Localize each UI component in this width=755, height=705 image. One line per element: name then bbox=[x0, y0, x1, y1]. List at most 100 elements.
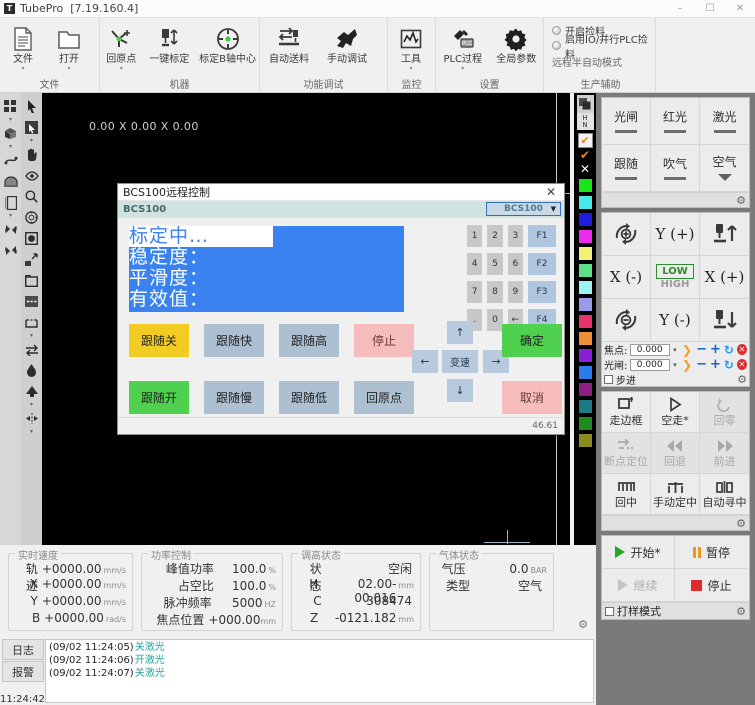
color-swatch[interactable] bbox=[577, 416, 593, 431]
jog-y-plus-button[interactable]: Y (+) bbox=[651, 213, 700, 256]
function-key-F3[interactable]: F3 bbox=[528, 281, 556, 303]
tab-log[interactable]: 日志 bbox=[2, 639, 44, 660]
toggle-button-3[interactable]: 跟随 bbox=[602, 145, 651, 192]
rotate-cw-icon[interactable] bbox=[1, 240, 20, 261]
rotate-ccw-icon[interactable] bbox=[1, 219, 20, 240]
dialog-button-follow-off[interactable]: 跟随关 bbox=[129, 324, 189, 357]
jog-rotate-plus-button[interactable] bbox=[602, 213, 651, 256]
lead-in-out-icon[interactable] bbox=[22, 249, 41, 270]
dialog-button-follow-high[interactable]: 跟随高 bbox=[279, 324, 339, 357]
jog-rotate-minus-button[interactable] bbox=[602, 299, 651, 342]
dpad-down-button[interactable]: ↓ bbox=[447, 379, 473, 402]
color-swatch[interactable] bbox=[577, 297, 593, 312]
select-node-icon[interactable] bbox=[22, 117, 41, 138]
run-control-stop[interactable]: 停止 bbox=[675, 569, 748, 602]
step-checkbox[interactable] bbox=[604, 374, 613, 384]
color-swatch[interactable] bbox=[577, 433, 593, 448]
dialog-device-select[interactable]: BCS100 ▼ bbox=[486, 202, 561, 216]
magnifier-icon[interactable] bbox=[22, 186, 41, 207]
aperture-apply-icon[interactable]: ❯ bbox=[682, 358, 692, 372]
dialog-button-stop[interactable]: 停止 bbox=[354, 324, 414, 357]
layer-checkbox[interactable]: ✔ bbox=[577, 133, 593, 148]
aperture-decrease-icon[interactable]: − bbox=[696, 357, 707, 372]
mirror-icon[interactable] bbox=[22, 408, 41, 429]
jog-x-minus-button[interactable]: X (-) bbox=[602, 256, 651, 299]
toggle-button-1[interactable]: 红光 bbox=[651, 98, 700, 145]
dialog-button-follow-low[interactable]: 跟随低 bbox=[279, 381, 339, 414]
dialog-close-icon[interactable]: ✕ bbox=[538, 185, 564, 199]
close-icon[interactable]: ✕ bbox=[578, 162, 593, 176]
action-button-1[interactable]: 空走* bbox=[651, 392, 700, 433]
check-icon[interactable]: ✔ bbox=[578, 148, 593, 162]
minimize-button[interactable]: – bbox=[665, 0, 695, 18]
maximize-button[interactable]: ☐ bbox=[695, 0, 725, 18]
status-settings-gear-icon[interactable]: ⚙ bbox=[578, 618, 588, 631]
run-control-play[interactable]: 开始* bbox=[602, 536, 675, 569]
layers-icon[interactable] bbox=[576, 95, 594, 113]
log-entry-list[interactable]: (09/02 11:24:05)关激光 (09/02 11:24:06)开激光 (0… bbox=[45, 639, 594, 703]
grid-icon[interactable] bbox=[1, 96, 20, 117]
curve-icon[interactable] bbox=[1, 150, 20, 171]
focus-refresh-icon[interactable]: ↻ bbox=[724, 343, 734, 357]
numpad-key-6[interactable]: 6 bbox=[507, 253, 523, 275]
dialog-button-follow-slow[interactable]: 跟随慢 bbox=[204, 381, 264, 414]
action-button-6[interactable]: 回中 bbox=[602, 474, 651, 515]
gear-icon[interactable]: ⚙ bbox=[736, 194, 746, 207]
color-swatch[interactable] bbox=[577, 399, 593, 414]
focus-input[interactable]: 0.000 bbox=[629, 343, 670, 356]
gear-icon[interactable]: ⚙ bbox=[736, 517, 746, 530]
jog-speed-toggle[interactable]: LOW HIGH bbox=[651, 256, 700, 299]
dialog-button-follow-on[interactable]: 跟随开 bbox=[129, 381, 189, 414]
chevron-down-icon[interactable]: ▾ bbox=[671, 346, 679, 354]
rect-frame-icon[interactable] bbox=[22, 270, 41, 291]
run-control-pause[interactable]: 暂停 bbox=[675, 536, 748, 569]
color-swatch[interactable] bbox=[577, 212, 593, 227]
color-swatch[interactable] bbox=[577, 348, 593, 363]
ribbon-item-calibrate-b-axis[interactable]: 标定B轴中心 bbox=[196, 22, 259, 66]
chevron-down-icon[interactable]: ▾ bbox=[30, 429, 33, 435]
tray-icon[interactable] bbox=[22, 312, 41, 333]
ribbon-item-open[interactable]: 打开 ▾ bbox=[46, 22, 92, 72]
dialog-button-follow-fast[interactable]: 跟随快 bbox=[204, 324, 264, 357]
tab-alarm[interactable]: 报警 bbox=[2, 661, 44, 682]
dpad-up-button[interactable]: ↑ bbox=[447, 321, 473, 344]
aperture-refresh-icon[interactable]: ↻ bbox=[724, 358, 734, 372]
action-button-0[interactable]: 走边框 bbox=[602, 392, 651, 433]
jog-z-down-button[interactable] bbox=[700, 299, 749, 342]
toggle-button-4[interactable]: 吹气 bbox=[651, 145, 700, 192]
focus-decrease-icon[interactable]: − bbox=[696, 342, 707, 357]
numpad-key-2[interactable]: 2 bbox=[487, 225, 503, 247]
focus-apply-icon[interactable]: ❯ bbox=[682, 343, 692, 357]
numpad-key-4[interactable]: 4 bbox=[467, 253, 483, 275]
action-button-7[interactable]: 手动定中 bbox=[651, 474, 700, 515]
numpad-key-1[interactable]: 1 bbox=[467, 225, 483, 247]
droplet-icon[interactable] bbox=[22, 360, 41, 381]
aperture-increase-icon[interactable]: + bbox=[710, 357, 721, 372]
function-key-F2[interactable]: F2 bbox=[528, 253, 556, 275]
ribbon-item-auto-feed[interactable]: 自动送料 bbox=[260, 22, 318, 66]
color-swatch[interactable] bbox=[577, 314, 593, 329]
gear-icon[interactable]: ⚙ bbox=[736, 605, 746, 618]
jog-y-minus-button[interactable]: Y (-) bbox=[651, 299, 700, 342]
ribbon-item-file[interactable]: 文件 ▾ bbox=[0, 22, 46, 72]
color-swatch[interactable] bbox=[577, 263, 593, 278]
toggle-button-0[interactable]: 光闸 bbox=[602, 98, 651, 145]
numpad-key-5[interactable]: 5 bbox=[487, 253, 503, 275]
jog-z-up-button[interactable] bbox=[700, 213, 749, 256]
ribbon-item-home[interactable]: 回原点 ▾ bbox=[100, 22, 143, 72]
color-swatch[interactable] bbox=[577, 382, 593, 397]
ribbon-item-manual-debug[interactable]: 手动调试 bbox=[318, 22, 376, 66]
cube-icon[interactable] bbox=[1, 123, 20, 144]
numpad-key-7[interactable]: 7 bbox=[467, 281, 483, 303]
focus-increase-icon[interactable]: + bbox=[710, 342, 721, 357]
dialog-button-return-origin[interactable]: 回原点 bbox=[354, 381, 414, 414]
numpad-key-9[interactable]: 9 bbox=[507, 281, 523, 303]
chamfer-icon[interactable] bbox=[22, 381, 41, 402]
swap-arrows-icon[interactable] bbox=[22, 339, 41, 360]
color-swatch[interactable] bbox=[577, 229, 593, 244]
action-button-8[interactable]: 自动寻中 bbox=[700, 474, 749, 515]
gear-icon[interactable]: ⚙ bbox=[737, 373, 747, 386]
ribbon-item-plc-process[interactable]: PLC PLC过程 ▾ bbox=[436, 22, 490, 72]
color-swatch[interactable] bbox=[577, 280, 593, 295]
ribbon-item-one-key-calibrate[interactable]: 一键标定 bbox=[143, 22, 197, 66]
